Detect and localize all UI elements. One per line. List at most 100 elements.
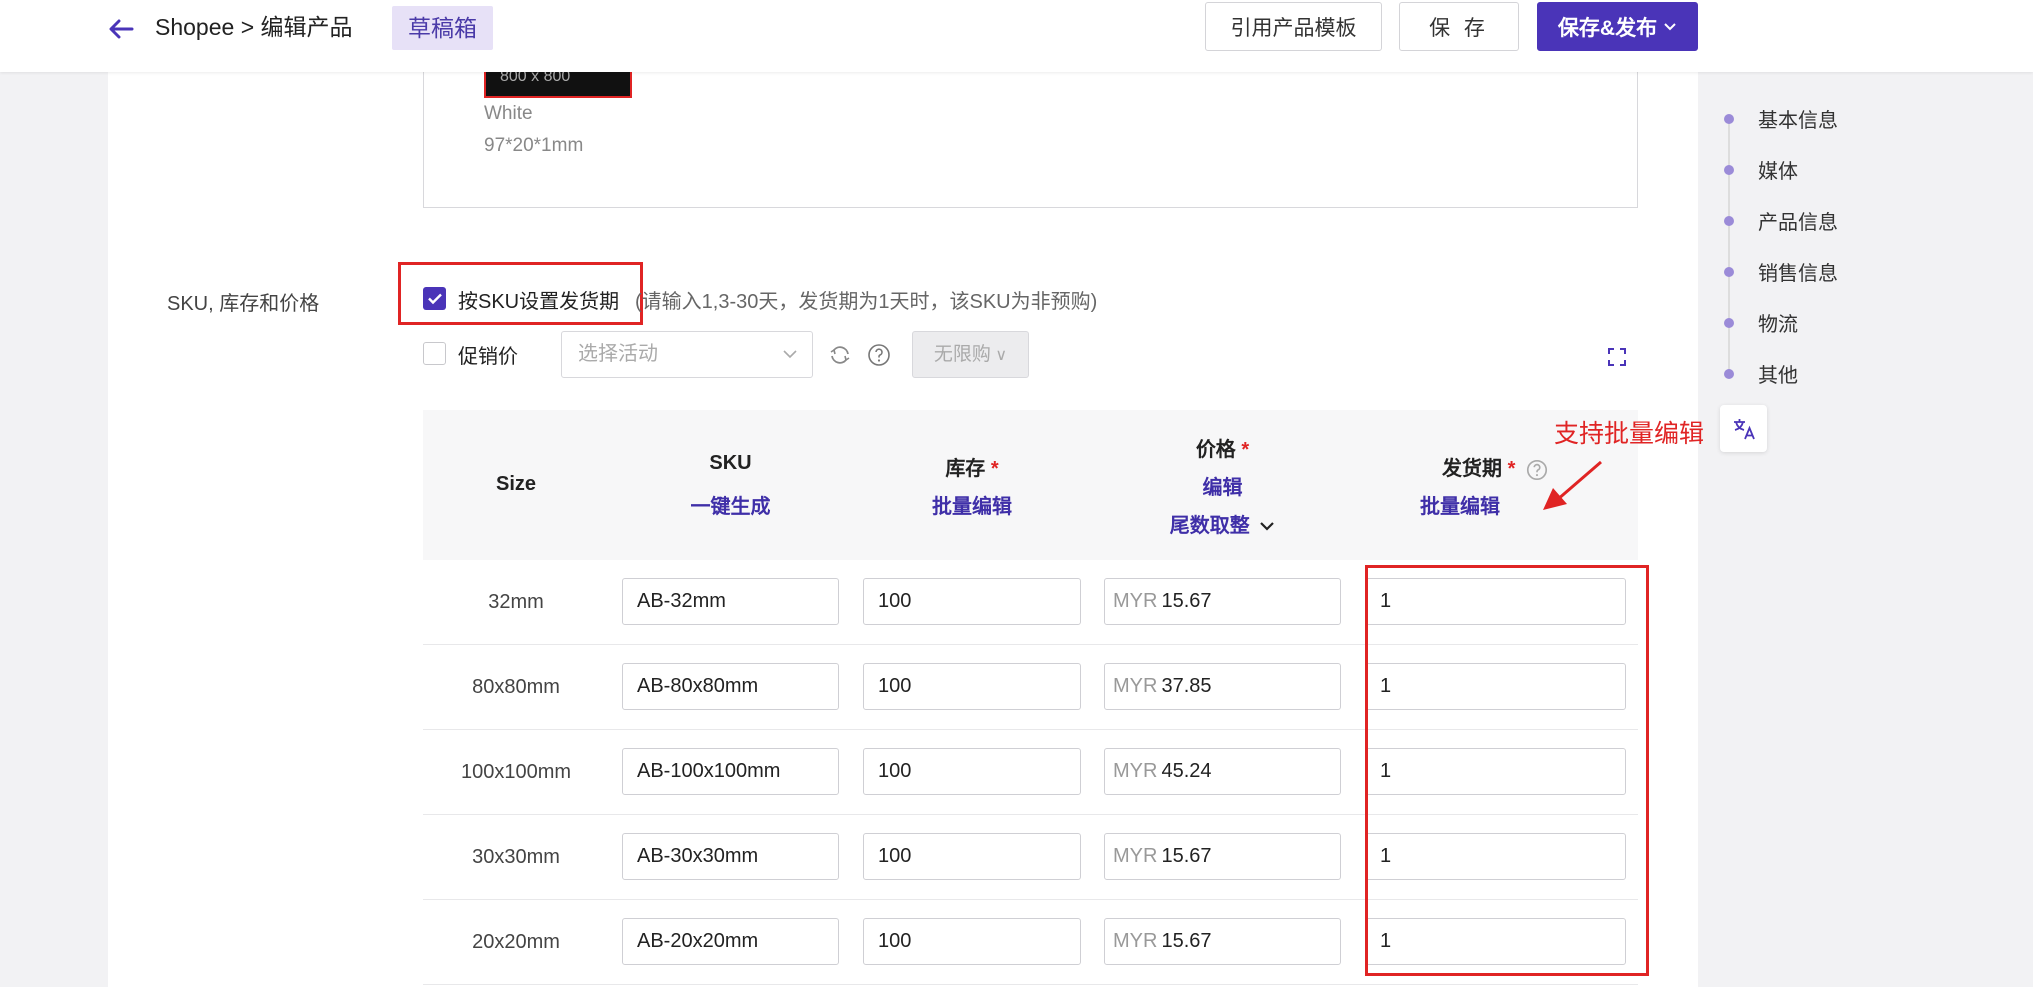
sku-generate-link[interactable]: 一键生成 [622, 490, 839, 519]
stock-input[interactable]: 100 [863, 578, 1081, 625]
save-publish-button[interactable]: 保存&发布 [1537, 2, 1698, 51]
limit-placeholder: 无限购 [933, 344, 991, 365]
side-nav-logistics[interactable]: 物流 [1720, 308, 1798, 337]
price-value: 45.24 [1161, 760, 1212, 782]
nav-dot [1724, 215, 1734, 226]
by-sku-checkbox[interactable] [423, 287, 446, 310]
nav-dot [1724, 164, 1734, 175]
days-batch-edit-link[interactable]: 批量编辑 [1365, 490, 1555, 519]
price-value: 37.85 [1161, 675, 1212, 697]
sku-table-header: Size SKU 一键生成 库存 * 批量编辑 价格 * 编辑 尾数取整 发货期… [423, 410, 1638, 560]
back-button[interactable] [104, 12, 138, 46]
translate-icon [1733, 418, 1755, 439]
promo-checkbox[interactable] [423, 342, 446, 365]
use-template-button[interactable]: 引用产品模板 [1205, 2, 1382, 51]
variant-color: White [484, 103, 533, 124]
col-sku: SKU [709, 452, 752, 474]
stock-input[interactable]: 100 [863, 663, 1081, 710]
size-cell: 32mm [488, 591, 544, 613]
col-size: Size [495, 473, 537, 495]
highlight-box-days-column [1365, 565, 1649, 976]
currency-label: MYR [1113, 590, 1158, 612]
stock-batch-edit-link[interactable]: 批量编辑 [863, 490, 1081, 519]
by-sku-label: 按SKU设置发货期 [458, 291, 620, 313]
currency-label: MYR [1113, 845, 1158, 867]
annotation-arrow-icon [1543, 460, 1602, 510]
price-input[interactable]: MYR 37.85 [1104, 663, 1341, 710]
col-price: 价格 * [1104, 433, 1341, 462]
activity-placeholder: 选择活动 [578, 343, 658, 365]
size-cell: 20x20mm [472, 931, 560, 953]
side-nav-label: 销售信息 [1758, 263, 1838, 285]
sku-input[interactable]: AB-80x80mm [622, 663, 839, 710]
check-icon [427, 293, 442, 305]
activity-select[interactable]: 选择活动 [561, 331, 813, 378]
size-cell: 100x100mm [460, 761, 572, 783]
col-price-label: 价格 [1195, 439, 1236, 461]
price-input[interactable]: MYR 15.67 [1104, 918, 1341, 965]
chevron-down-icon [1664, 22, 1676, 30]
required-mark: * [1241, 439, 1250, 461]
side-nav-product-info[interactable]: 产品信息 [1720, 206, 1838, 235]
sku-section-label: SKU, 库存和价格 [167, 293, 320, 315]
stock-input[interactable]: 100 [863, 918, 1081, 965]
sku-input[interactable]: AB-20x20mm [622, 918, 839, 965]
breadcrumb: Shopee > 编辑产品 [155, 14, 353, 40]
price-round-label: 尾数取整 [1169, 515, 1250, 537]
side-nav-label: 物流 [1758, 314, 1798, 336]
refresh-icon[interactable] [827, 342, 853, 368]
side-nav-basic-info[interactable]: 基本信息 [1720, 104, 1838, 133]
sku-input[interactable]: AB-32mm [622, 578, 839, 625]
arrow-left-icon [109, 19, 134, 39]
price-value: 15.67 [1161, 590, 1212, 612]
price-value: 15.67 [1161, 930, 1212, 952]
sku-input[interactable]: AB-30x30mm [622, 833, 839, 880]
price-edit-link[interactable]: 编辑 [1104, 471, 1341, 500]
col-stock-label: 库存 [945, 458, 986, 480]
translate-button[interactable] [1720, 405, 1767, 452]
expand-icon[interactable] [1606, 346, 1628, 368]
side-nav-label: 媒体 [1758, 161, 1798, 183]
side-nav-media[interactable]: 媒体 [1720, 155, 1798, 184]
currency-label: MYR [1113, 760, 1158, 782]
size-cell: 30x30mm [472, 846, 560, 868]
stock-input[interactable]: 100 [863, 748, 1081, 795]
sku-input[interactable]: AB-100x100mm [622, 748, 839, 795]
purchase-limit-select[interactable]: 无限购 ∨ [912, 331, 1029, 378]
chevron-down-icon [783, 350, 797, 359]
price-value: 15.67 [1161, 845, 1212, 867]
nav-dot [1724, 266, 1734, 277]
help-icon[interactable] [866, 342, 892, 368]
required-mark: * [990, 458, 999, 480]
price-round-dropdown[interactable]: 尾数取整 [1104, 509, 1341, 538]
col-days-label: 发货期 [1442, 458, 1503, 480]
side-nav-label: 产品信息 [1758, 212, 1838, 234]
stock-input[interactable]: 100 [863, 833, 1081, 880]
price-input[interactable]: MYR 15.67 [1104, 578, 1341, 625]
price-input[interactable]: MYR 45.24 [1104, 748, 1341, 795]
currency-label: MYR [1113, 675, 1158, 697]
variant-dimension: 97*20*1mm [484, 135, 584, 156]
currency-label: MYR [1113, 930, 1158, 952]
required-mark: * [1507, 458, 1516, 480]
save-button[interactable]: 保 存 [1399, 2, 1519, 51]
side-nav-label: 基本信息 [1758, 110, 1838, 132]
side-nav-other[interactable]: 其他 [1720, 359, 1798, 388]
media-thumbnail[interactable]: 800 x 800 [484, 72, 632, 98]
col-stock: 库存 * [863, 452, 1081, 481]
top-header: Shopee > 编辑产品 草稿箱 引用产品模板 保 存 保存&发布 [0, 0, 2033, 72]
nav-dot [1724, 113, 1734, 124]
annotation-text: 支持批量编辑 [1554, 420, 1705, 448]
price-input[interactable]: MYR 15.67 [1104, 833, 1341, 880]
side-nav-label: 其他 [1758, 365, 1798, 387]
nav-dot [1724, 317, 1734, 328]
size-cell: 80x80mm [472, 676, 560, 698]
draft-badge: 草稿箱 [392, 6, 493, 50]
chevron-down-icon [1260, 522, 1275, 531]
promo-label: 促销价 [458, 346, 518, 368]
save-publish-label: 保存&发布 [1557, 16, 1658, 40]
chevron-down-icon: ∨ [990, 347, 1008, 364]
by-sku-hint: (请输入1,3-30天，发货期为1天时，该SKU为非预购) [635, 291, 1098, 313]
side-nav-sales-info[interactable]: 销售信息 [1720, 257, 1838, 286]
nav-dot [1724, 368, 1734, 379]
